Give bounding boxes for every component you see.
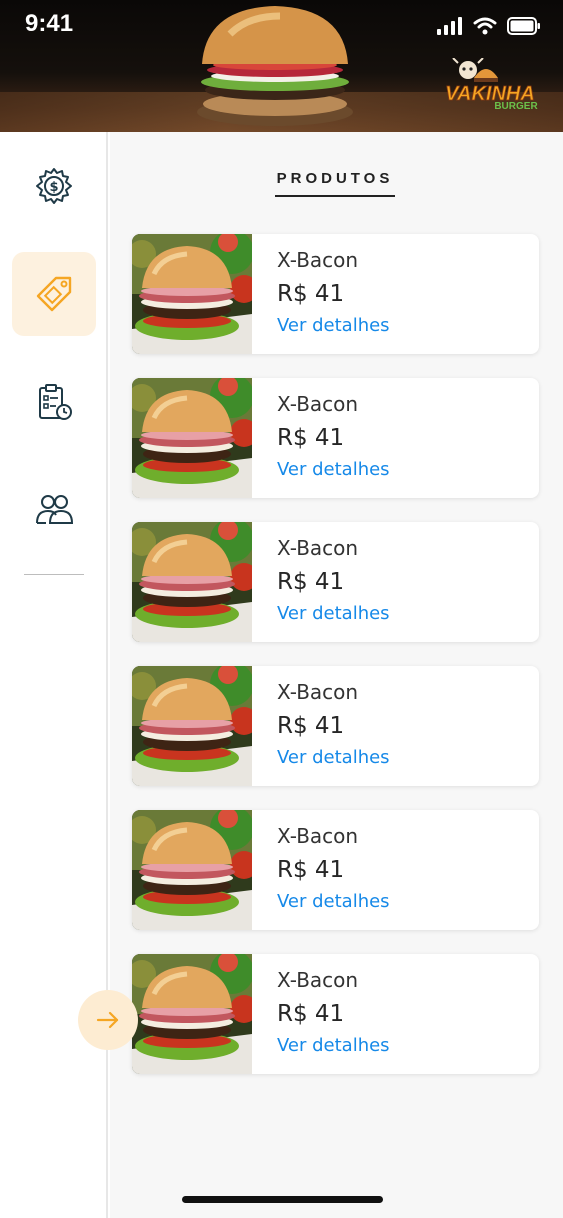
product-details-link[interactable]: Ver detalhes — [277, 744, 390, 772]
product-card[interactable]: X-Bacon R$ 41 Ver detalhes — [132, 522, 539, 642]
status-icons — [437, 17, 541, 35]
product-image — [132, 810, 252, 930]
product-price: R$ 41 — [277, 1001, 345, 1027]
product-details-link[interactable]: Ver detalhes — [277, 312, 390, 340]
product-card[interactable]: X-Bacon R$ 41 Ver detalhes — [132, 954, 539, 1074]
sidebar-item-products[interactable] — [12, 252, 96, 336]
product-price: R$ 41 — [277, 281, 345, 307]
product-name: X-Bacon — [277, 536, 359, 560]
status-time: 9:41 — [25, 10, 74, 37]
product-name: X-Bacon — [277, 248, 359, 272]
sidebar-item-users[interactable] — [12, 468, 96, 552]
product-price: R$ 41 — [277, 425, 345, 451]
product-image — [132, 666, 252, 786]
svg-text:$: $ — [49, 180, 58, 195]
product-name: X-Bacon — [277, 824, 359, 848]
product-card[interactable]: X-Bacon R$ 41 Ver detalhes — [132, 378, 539, 498]
wifi-icon — [473, 17, 497, 35]
product-name: X-Bacon — [277, 968, 359, 992]
signal-icon — [437, 17, 462, 35]
product-name: X-Bacon — [277, 392, 359, 416]
product-card[interactable]: X-Bacon R$ 41 Ver detalhes — [132, 666, 539, 786]
product-price: R$ 41 — [277, 713, 345, 739]
clipboard-clock-icon — [39, 384, 72, 420]
users-icon — [36, 495, 74, 524]
home-indicator — [182, 1196, 383, 1203]
hero-burger-image — [197, 6, 353, 126]
product-image — [132, 378, 252, 498]
svg-text:BURGER: BURGER — [494, 101, 538, 112]
product-details-link[interactable]: Ver detalhes — [277, 1032, 390, 1060]
product-details-link[interactable]: Ver detalhes — [277, 456, 390, 484]
product-card[interactable]: X-Bacon R$ 41 Ver detalhes — [132, 234, 539, 354]
header-banner: 9:41 VAKINHA BURGER — [0, 0, 563, 132]
product-name: X-Bacon — [277, 680, 359, 704]
product-price: R$ 41 — [277, 569, 345, 595]
price-tag-icon — [36, 276, 72, 312]
battery-icon — [507, 17, 540, 35]
vakinha-burger-logo: VAKINHA BURGER — [438, 57, 542, 112]
product-image — [132, 234, 252, 354]
product-details-link[interactable]: Ver detalhes — [277, 600, 390, 628]
product-price: R$ 41 — [277, 857, 345, 883]
sidebar: $ — [0, 132, 108, 1218]
settings-dollar-icon: $ — [36, 168, 72, 204]
sidebar-item-settings[interactable]: $ — [12, 144, 96, 228]
product-image — [132, 522, 252, 642]
next-button[interactable] — [78, 990, 138, 1050]
arrow-right-icon — [96, 1011, 119, 1029]
sidebar-divider — [24, 574, 84, 575]
product-image — [132, 954, 252, 1074]
product-card[interactable]: X-Bacon R$ 41 Ver detalhes — [132, 810, 539, 930]
product-details-link[interactable]: Ver detalhes — [277, 888, 390, 916]
page-title: PRODUTOS — [275, 170, 395, 197]
product-list: X-Bacon R$ 41 Ver detalhes X-Bacon R$ 41… — [132, 234, 539, 1098]
sidebar-item-orders[interactable] — [12, 360, 96, 444]
main-content: PRODUTOS X-Bacon R$ 41 Ver detalhes X-Ba… — [110, 132, 563, 1218]
